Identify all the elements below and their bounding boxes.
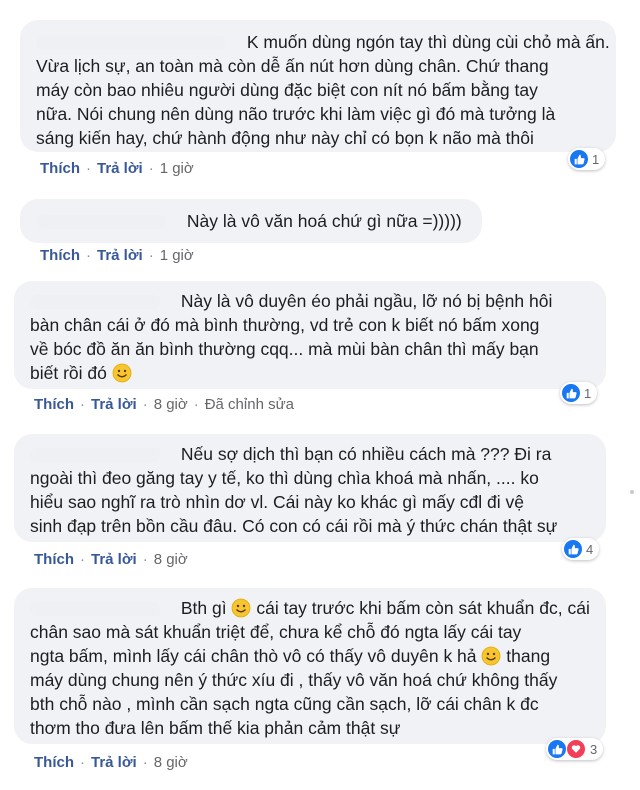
comment-text-line: hiểu sao nghĩ ra trò nhìn dơ vl. Cái này… bbox=[30, 492, 524, 512]
reply-link[interactable]: Trả lời bbox=[97, 247, 143, 264]
comment-text-line: bth chỗ nào , mình cần sạch ngta cũng cầ… bbox=[30, 694, 539, 714]
reaction-summary[interactable]: 1 bbox=[560, 382, 598, 404]
comment-timestamp[interactable]: 1 giờ bbox=[160, 160, 194, 177]
comment-text-line: Bth gì bbox=[180, 598, 227, 618]
smile-emoji-icon bbox=[232, 598, 251, 618]
smile-emoji-icon bbox=[112, 363, 132, 383]
comment-text-line: máy dùng chung nên ý thức xíu đi , thấy … bbox=[30, 670, 558, 690]
scrollbar-marker[interactable] bbox=[630, 490, 634, 494]
reply-link[interactable]: Trả lời bbox=[91, 754, 137, 771]
comment-text-line: máy còn bao nhiêu người dùng đặc biệt co… bbox=[36, 80, 538, 100]
like-icon bbox=[570, 150, 588, 168]
reply-link[interactable]: Trả lời bbox=[97, 160, 143, 177]
comment-text-line: ngoài thì đeo găng tay y tế, ko thì dùng… bbox=[30, 468, 539, 488]
comment-bubble: Bth gì cái tay trước khi bấm còn sát khu… bbox=[14, 588, 606, 744]
reaction-count: 1 bbox=[592, 151, 600, 167]
comment-text-line: ngta bấm, mình lấy cái chân thò vô có th… bbox=[30, 646, 477, 666]
reply-link[interactable]: Trả lời bbox=[91, 396, 137, 413]
comment-timestamp[interactable]: 8 giờ bbox=[154, 551, 188, 568]
comment-bubble: Này là vô văn hoá chứ gì nữa =))))) bbox=[20, 199, 482, 243]
comment-text-line: thang bbox=[506, 646, 551, 666]
edited-label[interactable]: Đã chỉnh sửa bbox=[205, 396, 294, 413]
like-icon bbox=[562, 384, 580, 402]
comment-timestamp[interactable]: 8 giờ bbox=[154, 754, 188, 771]
comment-bubble: Nếu sợ dịch thì bạn có nhiều cách mà ???… bbox=[14, 434, 606, 542]
reaction-summary[interactable]: 1 bbox=[568, 148, 606, 170]
comment-actions: Thích · Trả lời · 8 giờ bbox=[34, 754, 188, 771]
comment-text-line: chân sao mà sát khuẩn triệt để, chưa kể … bbox=[30, 622, 522, 642]
comment-text-line: thơm tho đưa lên bấm thế kia phản cảm th… bbox=[30, 718, 401, 738]
comment-actions: Thích · Trả lời · 1 giờ bbox=[40, 247, 194, 264]
comment-text-line: cái tay trước khi bấm còn sát khuẩn đc, … bbox=[256, 598, 590, 618]
reaction-summary[interactable]: 4 bbox=[562, 538, 600, 560]
comment-actions: Thích · Trả lời · 8 giờ · Đã chỉnh sửa bbox=[34, 396, 294, 413]
like-link[interactable]: Thích bbox=[40, 247, 80, 264]
author-name-redacted[interactable] bbox=[30, 602, 160, 617]
like-icon bbox=[564, 540, 582, 558]
comment-bubble: K muốn dùng ngón tay thì dùng cùi chỏ mà… bbox=[20, 20, 616, 152]
comment-text-line: K muốn dùng ngón tay thì dùng cùi chỏ mà… bbox=[246, 32, 610, 52]
reaction-summary[interactable]: 3 bbox=[546, 738, 604, 760]
comment-text-line: về bóc đồ ăn ăn bình thường cqq... mà mù… bbox=[30, 339, 539, 359]
comment-timestamp[interactable]: 1 giờ bbox=[160, 247, 194, 264]
reaction-count: 3 bbox=[590, 741, 598, 757]
heart-icon bbox=[566, 739, 586, 759]
comment-text-line: Nếu sợ dịch thì bạn có nhiều cách mà ???… bbox=[180, 444, 552, 464]
comment-bubble: Này là vô duyên éo phải ngầu, lỡ nó bị b… bbox=[14, 281, 606, 389]
comment-text-line: bàn chân cái ở đó mà bình thường, vd trẻ… bbox=[30, 315, 540, 335]
comment-text-line: Này là vô văn hoá chứ gì nữa =))))) bbox=[186, 211, 462, 231]
author-name-redacted[interactable] bbox=[36, 36, 226, 51]
author-name-redacted[interactable] bbox=[30, 448, 160, 463]
comment-text-line: sáng kiến hay, chứ hành động như này chỉ… bbox=[36, 128, 534, 148]
reaction-count: 4 bbox=[586, 541, 594, 557]
comment-actions: Thích · Trả lời · 1 giờ bbox=[40, 160, 194, 177]
like-link[interactable]: Thích bbox=[34, 396, 74, 413]
reply-link[interactable]: Trả lời bbox=[91, 551, 137, 568]
author-name-redacted[interactable] bbox=[30, 295, 160, 310]
like-link[interactable]: Thích bbox=[34, 551, 74, 568]
comment-text-line: nữa. Nói chung nên dùng não trước khi là… bbox=[36, 104, 556, 124]
comment-timestamp[interactable]: 8 giờ bbox=[154, 396, 188, 413]
comment-text-line: Này là vô duyên éo phải ngầu, lỡ nó bị b… bbox=[180, 291, 553, 311]
like-icon bbox=[548, 740, 566, 758]
like-link[interactable]: Thích bbox=[34, 754, 74, 771]
comment-text-line: biết rồi đó bbox=[30, 363, 107, 383]
comment-text-line: Vừa lịch sự, an toàn mà còn dễ ấn nút hơ… bbox=[36, 56, 549, 76]
comment-text-line: sinh đạp trên bồn cầu đâu. Có con có cái… bbox=[30, 516, 558, 536]
reaction-count: 1 bbox=[584, 385, 592, 401]
like-link[interactable]: Thích bbox=[40, 160, 80, 177]
smile-emoji-icon bbox=[481, 646, 501, 666]
comment-actions: Thích · Trả lời · 8 giờ bbox=[34, 551, 188, 568]
author-name-redacted[interactable] bbox=[36, 215, 166, 230]
